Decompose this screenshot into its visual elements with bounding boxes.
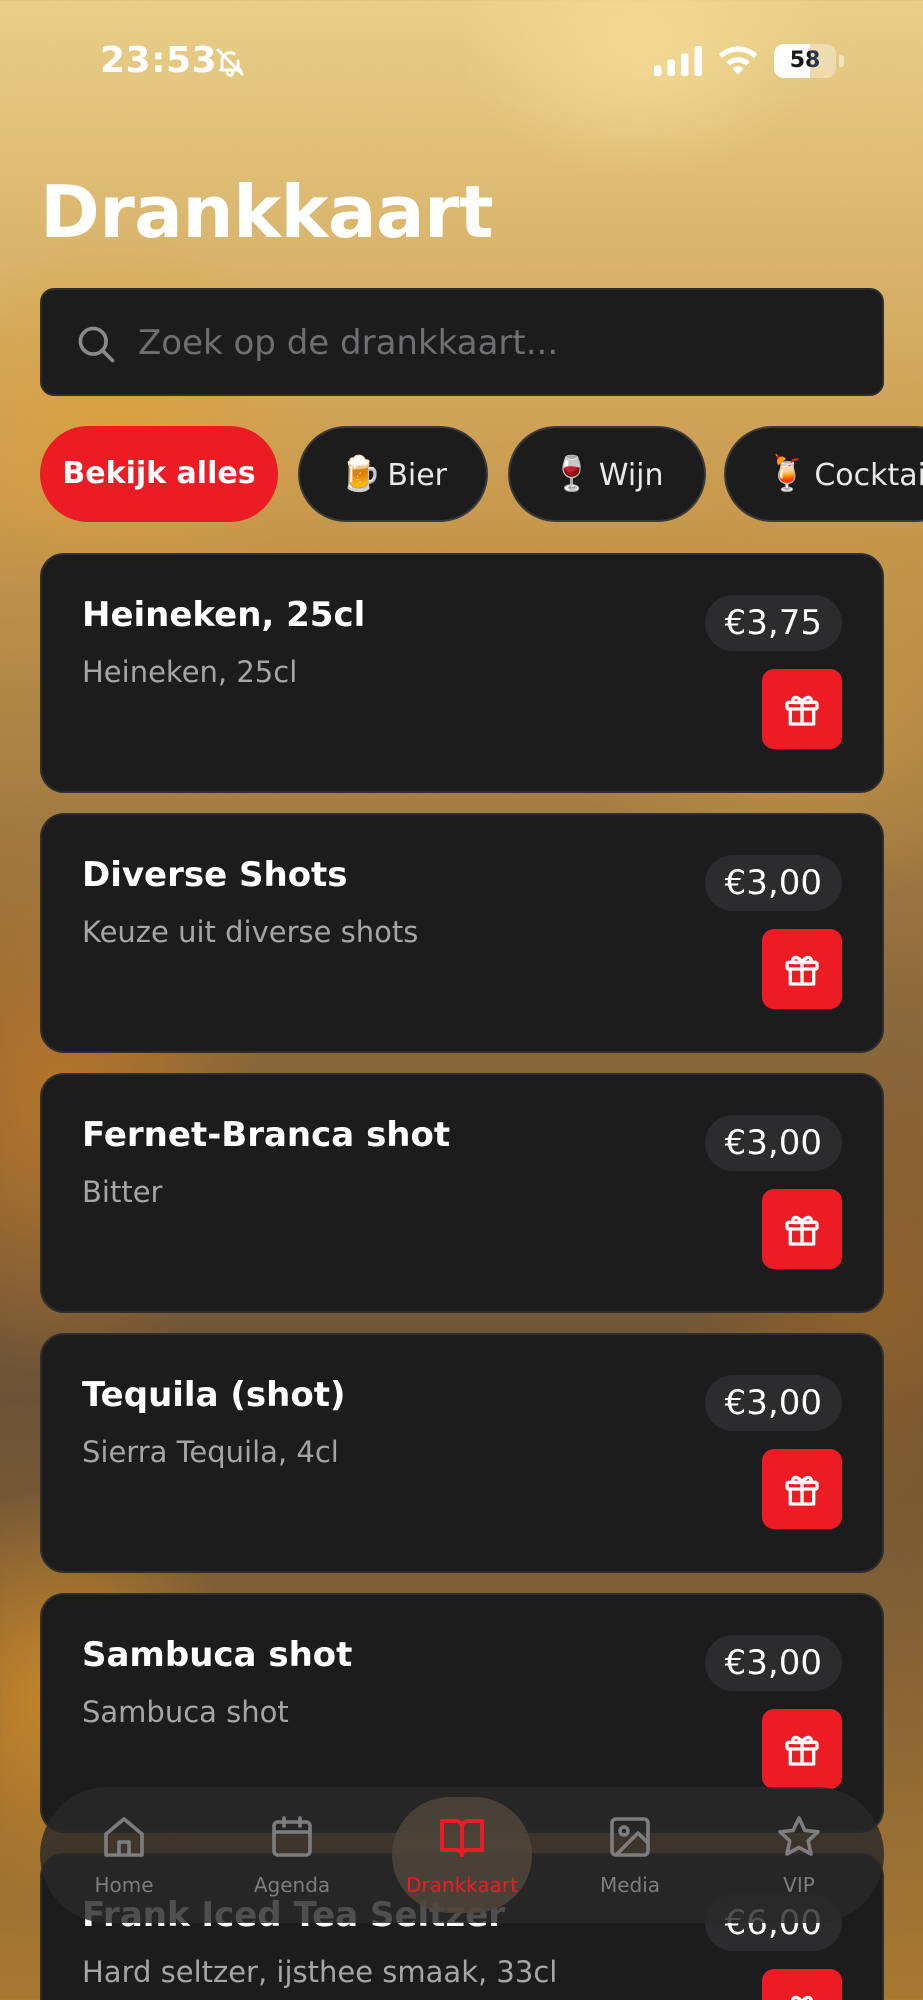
gift-button[interactable] (762, 929, 842, 1009)
item-description: Bitter (82, 1175, 163, 1209)
item-description: Keuze uit diverse shots (82, 915, 419, 949)
gift-button[interactable] (762, 1449, 842, 1529)
tab-home[interactable]: Home (49, 1787, 199, 1923)
gift-icon (785, 1735, 819, 1766)
price-badge: €3,00 (704, 855, 842, 911)
wine-icon: 🍷 (550, 454, 593, 494)
menu-item-card[interactable]: Fernet-Branca shot Bitter €3,00 (40, 1073, 884, 1313)
cocktail-icon: 🍹 (766, 454, 809, 494)
item-name: Tequila (shot) (82, 1375, 346, 1415)
item-description: Sambuca shot (82, 1695, 289, 1729)
filter-chip-label: Bekijk alles (62, 456, 256, 491)
gift-button[interactable] (762, 669, 842, 749)
item-name: Sambuca shot (82, 1635, 353, 1675)
filter-chip-beer[interactable]: 🍺 Bier (298, 426, 488, 522)
gift-icon (791, 1995, 813, 2000)
beer-icon: 🍺 (338, 454, 382, 494)
filter-chip-label: Bier (387, 458, 448, 493)
item-description: Heineken, 25cl (82, 655, 298, 689)
wifi-icon (718, 46, 758, 75)
bottom-tab-bar: Home Agenda Drankkaart Media VIP (40, 1787, 884, 1923)
tab-label: VIP (783, 1873, 815, 1897)
status-time: 23:53 (100, 40, 218, 81)
gift-button[interactable] (762, 1709, 842, 1789)
tab-label: Media (599, 1873, 661, 1897)
search-input[interactable] (138, 312, 858, 374)
page-title: Drankkaart (40, 170, 493, 254)
menu-item-card[interactable]: Heineken, 25cl Heineken, 25cl €3,75 (40, 553, 884, 793)
gift-icon (785, 1215, 819, 1246)
price-badge: €3,00 (704, 1635, 842, 1691)
item-name: Fernet-Branca shot (82, 1115, 451, 1155)
tab-media[interactable]: Media (555, 1787, 705, 1923)
price-badge: €3,00 (704, 1375, 842, 1431)
search-bar[interactable] (40, 288, 884, 396)
book-icon (440, 1819, 484, 1857)
battery-indicator: 58 (774, 44, 844, 78)
gift-button[interactable] (762, 1189, 842, 1269)
item-description: Hard seltzer, ijsthee smaak, 33cl (82, 1955, 558, 1989)
status-bar: 23:53 58 (0, 0, 923, 125)
gift-icon (785, 695, 819, 726)
tab-agenda[interactable]: Agenda (217, 1787, 367, 1923)
battery-percentage: 58 (789, 48, 821, 73)
filter-chip-label: Wijn (598, 458, 664, 493)
search-icon (78, 326, 115, 363)
cellular-signal-icon (654, 46, 702, 76)
menu-item-card[interactable]: Tequila (shot) Sierra Tequila, 4cl €3,00 (40, 1333, 884, 1573)
filter-chip-cocktail[interactable]: 🍹 Cocktai (724, 426, 923, 522)
filter-chip-all[interactable]: Bekijk alles (40, 426, 278, 522)
tab-vip[interactable]: VIP (724, 1787, 874, 1923)
menu-item-card[interactable]: Diverse Shots Keuze uit diverse shots €3,0… (40, 813, 884, 1053)
price-badge: €3,00 (704, 1115, 842, 1171)
image-icon (610, 1817, 650, 1857)
gift-icon (785, 955, 819, 986)
home-icon (104, 1817, 144, 1857)
filter-chip-wine[interactable]: 🍷 Wijn (508, 426, 706, 522)
bell-muted-icon (216, 48, 244, 77)
gift-button[interactable] (762, 1969, 842, 2000)
tab-label: Agenda (253, 1873, 331, 1897)
gift-icon (785, 1475, 819, 1506)
calendar-icon (272, 1816, 312, 1857)
tab-label: Home (94, 1873, 154, 1897)
price-badge: €3,75 (704, 595, 842, 651)
item-name: Heineken, 25cl (82, 595, 366, 635)
battery-cap (839, 55, 844, 67)
item-name: Diverse Shots (82, 855, 348, 895)
filter-chip-label: Cocktai (814, 458, 923, 493)
star-icon (778, 1816, 820, 1856)
category-filters: Bekijk alles 🍺 Bier 🍷 Wijn 🍹 Cocktai (40, 426, 923, 522)
item-description: Sierra Tequila, 4cl (82, 1435, 339, 1469)
tab-label: Drankkaart (406, 1873, 518, 1897)
tab-drankkaart[interactable]: Drankkaart (387, 1787, 537, 1923)
